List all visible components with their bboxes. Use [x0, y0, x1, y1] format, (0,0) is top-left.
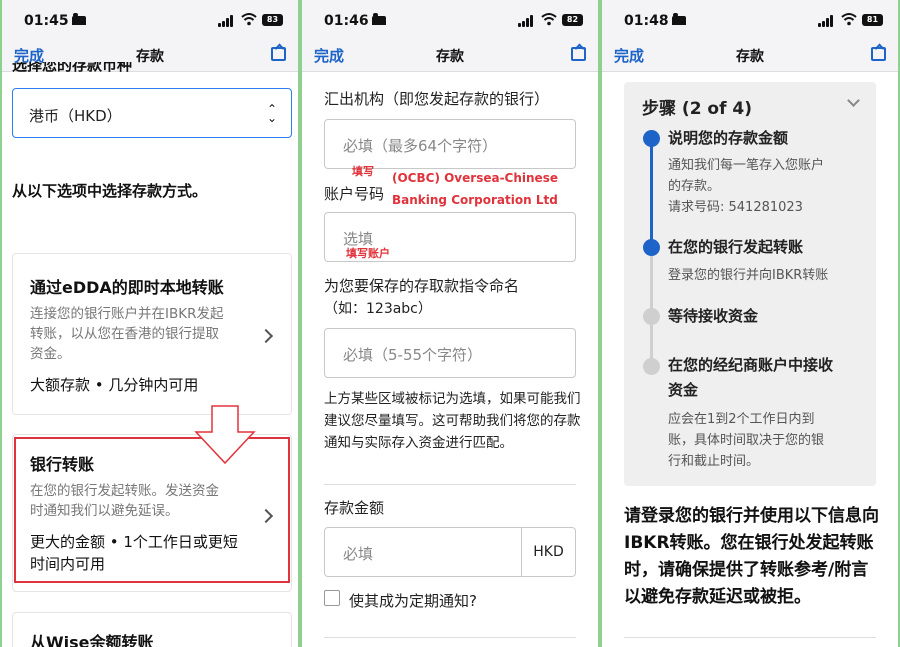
step-desc: 行和截止时间。: [668, 454, 760, 469]
amount-currency: HKD: [521, 528, 575, 576]
currency-label-clipped: 选择您的存款币种: [12, 62, 133, 72]
share-icon[interactable]: [871, 47, 886, 61]
nav-bar: 完成 存款: [602, 40, 898, 72]
deposit-amount-label: 存款金额: [324, 499, 385, 517]
divider: [624, 637, 876, 638]
remit-institution-label: 汇出机构（即您发起存款的银行）: [324, 90, 550, 108]
step-desc: 的存款。: [668, 179, 721, 194]
battery-icon: 83: [262, 14, 283, 26]
share-icon[interactable]: [271, 47, 286, 61]
step-desc: 请求号码: 541281023: [668, 200, 803, 215]
account-number-label: 账户号码: [324, 185, 385, 203]
divider: [324, 484, 576, 485]
step-title: 在您的经纪商账户中接收: [668, 356, 834, 374]
signal-icon: [818, 15, 836, 27]
clock: 01:48: [624, 13, 669, 29]
battery-icon: 81: [862, 14, 883, 26]
currency-select-value: 港币（HKD）: [29, 107, 122, 125]
status-bar: 01:46 82: [302, 0, 598, 40]
step-desc: 登录您的银行并向IBKR转账: [668, 268, 829, 283]
sleep-icon: [72, 13, 86, 25]
steps-title: 步骤 (2 of 4): [642, 99, 753, 119]
chevron-right-icon: [258, 328, 274, 344]
instruction-name-placeholder: 必填（5-55个字符）: [343, 346, 483, 364]
clock: 01:46: [324, 13, 369, 29]
progress-line-complete: [650, 138, 653, 246]
step-title: 在您的银行发起转账: [668, 238, 804, 256]
wifi-icon: [841, 13, 857, 26]
step-title: 等待接收资金: [668, 307, 759, 325]
instruction-name-input[interactable]: 必填（5-55个字符）: [324, 328, 576, 378]
recurring-checkbox[interactable]: [324, 590, 340, 606]
phone-screen-2: 01:46 82 完成 存款 汇出机构（即您发起存款的银行） 必填（最多64个字…: [302, 0, 598, 647]
annotation-account: 填写账户: [346, 247, 390, 260]
steps-panel: 步骤 (2 of 4) 说明您的存款金额 通知我们每一笔存入您账户 的存款。 请…: [624, 82, 876, 486]
remit-institution-input[interactable]: 必填（最多64个字符）: [324, 119, 576, 169]
step-dot-complete: [643, 130, 660, 147]
step-title: 说明您的存款金额: [668, 129, 789, 147]
signal-icon: [218, 15, 236, 27]
wifi-icon: [241, 13, 257, 26]
signal-icon: [518, 15, 536, 27]
transfer-instruction: 请登录您的银行并使用以下信息向IBKR转账。您在银行处发起转账时，请确保提供了转…: [624, 506, 879, 607]
currency-select[interactable]: 港币（HKD） ⌃ ⌄: [12, 88, 292, 138]
method-card-wise[interactable]: 从Wise余额转账: [12, 612, 292, 647]
share-icon[interactable]: [571, 47, 586, 61]
step-dot-current: [643, 239, 660, 256]
remit-institution-placeholder: 必填（最多64个字符）: [343, 137, 498, 155]
annotation-bank-line2: Banking Corporation Ltd: [392, 193, 558, 207]
deposit-amount-input[interactable]: 必填 HKD: [324, 527, 576, 577]
page-title: 存款: [436, 49, 464, 65]
card-title: 从Wise余额转账: [30, 633, 154, 647]
status-bar: 01:48 81: [602, 0, 898, 40]
sleep-icon: [672, 13, 686, 25]
optional-fields-note: 上方某些区域被标记为选填，如果可能我们建议您尽量填写。这可帮助我们将您的存款通知…: [324, 391, 581, 451]
card-foot: 大额存款 • 几分钟内可用: [30, 376, 199, 394]
down-arrow-annotation: [194, 405, 256, 465]
phone-screen-1: 01:45 83 完成 存款 选择您的存款币种 港币（HKD） ⌃ ⌄ 从以下选项…: [2, 0, 298, 647]
step-desc: 应会在1到2个工作日内到: [668, 412, 815, 427]
step-title: 资金: [668, 381, 699, 399]
method-card-edda[interactable]: 通过eDDA的即时本地转账 连接您的银行账户并在IBKR发起转账，以从您在香港的…: [12, 253, 292, 415]
page-title: 存款: [736, 49, 764, 65]
sleep-icon: [372, 13, 386, 25]
divider: [324, 637, 576, 638]
card-title: 通过eDDA的即时本地转账: [30, 278, 224, 297]
annotation-bank-line1: (OCBC) Oversea-Chinese: [392, 171, 558, 185]
choose-method-heading: 从以下选项中选择存款方式。: [12, 182, 208, 200]
wifi-icon: [541, 13, 557, 26]
phone-screen-3: 01:48 81 完成 存款 步骤 (2 of 4) 说明您的存款金额 通知我们…: [602, 0, 898, 647]
annotation-fill: 填写: [352, 165, 374, 178]
nav-bar: 完成 存款: [302, 40, 598, 72]
step-dot-pending: [643, 358, 660, 375]
step-desc: 通知我们每一笔存入您账户: [668, 158, 825, 173]
recurring-label: 使其成为定期通知?: [349, 592, 477, 610]
instruction-name-label: 为您要保存的存取款指令命名: [324, 277, 520, 295]
chevron-down-icon[interactable]: [847, 94, 860, 107]
card-desc: 连接您的银行账户并在IBKR发起转账，以从您在香港的银行提取资金。: [30, 306, 224, 362]
updown-chevron-icon: ⌃ ⌄: [266, 102, 277, 125]
step-desc: 账，具体时间取决于您的银: [668, 433, 825, 448]
progress-line-pending: [650, 246, 653, 366]
instruction-name-hint: （如：123abc）: [324, 301, 432, 317]
status-bar: 01:45 83: [2, 0, 298, 40]
battery-icon: 82: [562, 14, 583, 26]
clock: 01:45: [24, 13, 69, 29]
deposit-amount-placeholder: 必填: [343, 545, 374, 563]
step-dot-pending: [643, 308, 660, 325]
